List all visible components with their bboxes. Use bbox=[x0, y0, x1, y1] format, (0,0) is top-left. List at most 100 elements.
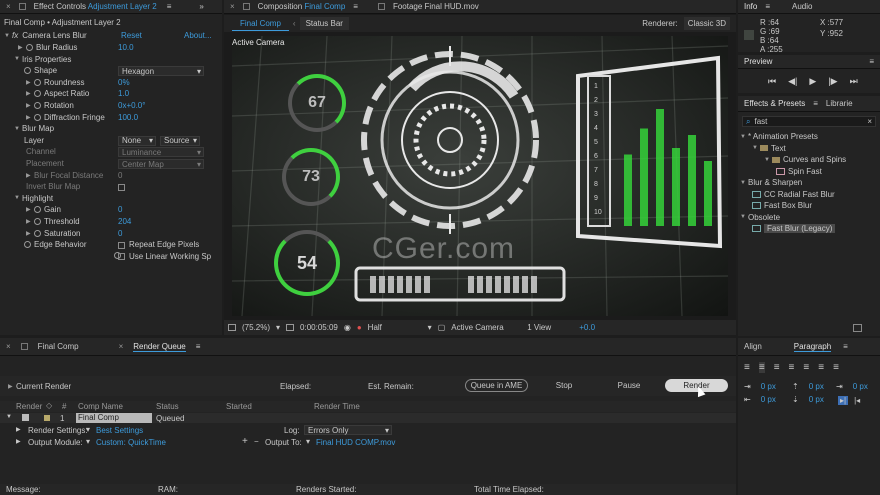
close-icon[interactable]: × bbox=[6, 2, 11, 11]
log-select[interactable]: Errors Only ▾ bbox=[304, 425, 392, 435]
checkbox[interactable] bbox=[118, 253, 125, 261]
reset-link[interactable]: Reset bbox=[121, 31, 142, 40]
panel-menu-icon[interactable]: ≡ bbox=[843, 342, 848, 351]
remove-output-module-icon[interactable]: − bbox=[254, 437, 259, 446]
fx-icon[interactable]: fx bbox=[12, 31, 18, 40]
expand-triangle-icon[interactable]: ▶ bbox=[26, 102, 34, 109]
output-module-value[interactable]: Custom: QuickTime bbox=[96, 438, 166, 447]
justify-all-icon[interactable]: ≡ bbox=[833, 362, 839, 373]
search-input[interactable]: fast bbox=[754, 117, 767, 126]
expand-triangle-icon[interactable]: ▶ bbox=[16, 426, 21, 433]
property-value[interactable]: 204 bbox=[118, 217, 131, 226]
panel-menu-icon[interactable]: ≡ bbox=[353, 2, 358, 11]
col-status[interactable]: Status bbox=[156, 402, 179, 411]
stopwatch-icon[interactable] bbox=[34, 78, 41, 86]
indent-right-value[interactable]: 0 px bbox=[853, 382, 868, 391]
roi-icon[interactable]: ▢ bbox=[438, 323, 446, 332]
effects-tree-item[interactable]: ▼ Curves and Spins bbox=[740, 155, 876, 164]
col-comp-name[interactable]: Comp Name bbox=[78, 402, 123, 411]
property-value[interactable]: 0 bbox=[118, 229, 122, 238]
expand-triangle-icon[interactable]: ▶ bbox=[16, 438, 21, 445]
justify-center-icon[interactable]: ≡ bbox=[803, 362, 809, 373]
rtl-direction-icon[interactable]: |◂ bbox=[854, 396, 860, 405]
clear-search-icon[interactable]: × bbox=[867, 117, 872, 126]
dropdown-icon[interactable]: ▾ bbox=[428, 323, 432, 332]
property-value[interactable]: 1.0 bbox=[118, 89, 129, 98]
expand-triangle-icon[interactable]: ▶ bbox=[26, 114, 34, 121]
effects-tree-item[interactable]: ▼ * Animation Presets bbox=[740, 132, 876, 141]
checkbox[interactable] bbox=[118, 241, 125, 249]
align-left-icon[interactable]: ≡ bbox=[744, 362, 750, 373]
expand-triangle-icon[interactable]: ▼ bbox=[740, 214, 748, 220]
prev-frame-icon[interactable]: ◀| bbox=[788, 76, 797, 87]
close-icon[interactable]: × bbox=[119, 342, 124, 351]
lock-icon[interactable] bbox=[18, 3, 26, 10]
align-tab[interactable]: Align bbox=[744, 342, 762, 351]
effects-tree-item[interactable]: Fast Box Blur bbox=[740, 201, 876, 210]
stopwatch-icon[interactable] bbox=[34, 90, 41, 98]
renderer-select[interactable]: Classic 3D bbox=[683, 17, 730, 30]
justify-right-icon[interactable]: ≡ bbox=[818, 362, 824, 373]
ltr-direction-icon[interactable]: ▸| bbox=[838, 396, 849, 405]
panel-menu-icon[interactable]: ≡ bbox=[167, 2, 172, 11]
lock-icon[interactable] bbox=[242, 3, 250, 10]
col-render[interactable]: Render bbox=[16, 402, 42, 411]
subtab-status-bar[interactable]: Status Bar bbox=[299, 17, 349, 30]
stopwatch-icon[interactable] bbox=[34, 206, 41, 214]
expand-triangle-icon[interactable]: ▼ bbox=[14, 126, 22, 132]
libraries-tab[interactable]: Librarie bbox=[826, 99, 853, 108]
align-center-icon[interactable]: ≡ bbox=[758, 362, 765, 373]
expand-triangle-icon[interactable]: ▼ bbox=[14, 195, 22, 201]
preview-tab[interactable]: Preview bbox=[744, 57, 772, 66]
align-right-icon[interactable]: ≡ bbox=[774, 362, 780, 373]
expand-triangle-icon[interactable]: ▶ bbox=[26, 230, 34, 237]
new-preset-icon[interactable] bbox=[853, 324, 862, 332]
expand-triangle-icon[interactable]: ▼ bbox=[14, 56, 22, 62]
effects-search-box[interactable]: ⌕ fast × bbox=[742, 116, 876, 127]
label-color-chip[interactable] bbox=[44, 415, 50, 421]
effects-presets-tab[interactable]: Effects & Presets bbox=[744, 99, 805, 108]
add-output-module-icon[interactable]: + bbox=[242, 436, 248, 447]
property-value[interactable]: 10.0 bbox=[118, 43, 134, 52]
dropdown-icon[interactable]: ▾ bbox=[306, 437, 310, 446]
expand-triangle-icon[interactable]: ▼ bbox=[740, 134, 748, 140]
col-number[interactable]: # bbox=[62, 402, 66, 411]
show-channel-icon[interactable]: ● bbox=[357, 323, 362, 332]
effect-controls-tab[interactable]: Effect Controls Adjustment Layer 2 bbox=[34, 2, 157, 11]
expand-triangle-icon[interactable]: ▼ bbox=[764, 157, 772, 163]
stopwatch-icon[interactable] bbox=[34, 218, 41, 225]
queue-item-row[interactable]: ▼ 1 Final Comp Queued bbox=[0, 413, 736, 423]
footage-tab[interactable]: Footage Final HUD.mov bbox=[393, 2, 479, 11]
stopwatch-icon[interactable] bbox=[24, 67, 31, 75]
resolution-select[interactable]: Half bbox=[368, 323, 422, 332]
indent-first-value[interactable]: 0 px bbox=[761, 395, 776, 404]
timecode[interactable]: 0:00:05:09 bbox=[300, 323, 338, 332]
effects-tree-item[interactable]: CC Radial Fast Blur bbox=[740, 190, 876, 199]
panel-menu-icon[interactable]: ≡ bbox=[813, 99, 818, 108]
snapshot-icon[interactable]: ◉ bbox=[344, 323, 351, 332]
comp-viewer[interactable]: 1 2 3 4 5 6 7 8 9 10 67 73 54 Active Camera CGer.… bbox=[232, 36, 728, 316]
effects-tree-item[interactable]: ▼ Blur & Sharpen bbox=[740, 178, 876, 187]
property-select[interactable]: None ▾ bbox=[118, 135, 156, 146]
stopwatch-icon[interactable] bbox=[34, 229, 41, 237]
effects-tree-item[interactable]: Fast Blur (Legacy) bbox=[740, 224, 876, 233]
property-value[interactable]: 0% bbox=[118, 78, 130, 87]
effects-tree-item[interactable]: Spin Fast bbox=[740, 167, 876, 176]
effects-tree-item[interactable]: ▼ Obsolete bbox=[740, 213, 876, 222]
property-select[interactable]: Hexagon ▾ bbox=[118, 66, 204, 77]
tab-final-comp[interactable]: Final Comp bbox=[38, 342, 79, 351]
expand-triangle-icon[interactable]: ▶ bbox=[26, 90, 34, 97]
expand-triangle-icon[interactable]: ▼ bbox=[752, 145, 760, 151]
expand-triangle-icon[interactable]: ▶ bbox=[26, 206, 34, 213]
play-icon[interactable]: ▶ bbox=[809, 76, 816, 87]
col-started[interactable]: Started bbox=[226, 402, 252, 411]
expand-triangle-icon[interactable]: ▼ bbox=[6, 414, 12, 420]
expand-triangle-icon[interactable]: ▼ bbox=[740, 180, 748, 186]
space-after-value[interactable]: 0 px bbox=[809, 395, 824, 404]
expand-panel-icon[interactable]: » bbox=[199, 2, 203, 11]
next-frame-icon[interactable]: |▶ bbox=[828, 76, 837, 87]
property-value[interactable]: 0 bbox=[118, 205, 122, 214]
info-tab[interactable]: Info bbox=[744, 2, 757, 11]
property-value[interactable]: 0 bbox=[118, 171, 122, 180]
exposure-value[interactable]: +0.0 bbox=[579, 323, 595, 332]
